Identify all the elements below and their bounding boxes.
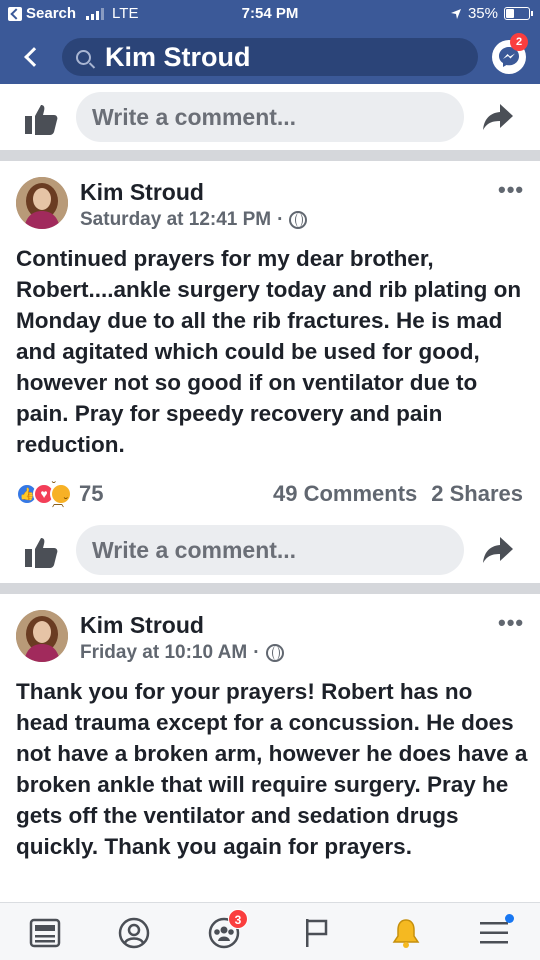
comment-bar: Write a comment... bbox=[0, 84, 540, 150]
bottom-tab-bar: 3 bbox=[0, 902, 540, 960]
post-author[interactable]: Kim Stroud bbox=[80, 179, 204, 206]
avatar[interactable] bbox=[16, 610, 68, 662]
separator-dot: · bbox=[277, 209, 284, 230]
share-button[interactable] bbox=[482, 535, 514, 565]
post-text: Thank you for your prayers! Robert has n… bbox=[16, 679, 528, 859]
search-icon bbox=[76, 49, 91, 65]
shares-count-link[interactable]: 2 Shares bbox=[431, 481, 523, 507]
separator-dot: · bbox=[253, 642, 260, 663]
comment-input[interactable]: Write a comment... bbox=[76, 92, 464, 142]
avatar[interactable] bbox=[16, 177, 68, 229]
more-options-button[interactable]: ••• bbox=[498, 610, 524, 636]
status-bar: Search LTE 7:54 PM 35% bbox=[0, 0, 540, 30]
bell-icon bbox=[392, 919, 420, 948]
location-arrow-icon bbox=[450, 8, 461, 19]
battery-icon bbox=[504, 7, 533, 20]
reaction-count: 75 bbox=[79, 481, 104, 506]
post-meta: Saturday at 12:41 PM · bbox=[80, 209, 308, 231]
messenger-badge: 2 bbox=[510, 33, 528, 51]
groups-badge: 3 bbox=[228, 909, 248, 929]
tab-profile[interactable] bbox=[114, 913, 154, 953]
tab-news-feed[interactable] bbox=[25, 913, 65, 953]
flag-icon bbox=[306, 919, 328, 947]
post: Kim Stroud Friday at 10:10 AM · ••• Than… bbox=[0, 594, 540, 902]
post-timestamp[interactable]: Saturday at 12:41 PM bbox=[80, 209, 271, 231]
post-timestamp[interactable]: Friday at 10:10 AM bbox=[80, 642, 247, 664]
divider bbox=[0, 150, 540, 161]
like-button[interactable] bbox=[24, 535, 60, 571]
post: Kim Stroud Saturday at 12:41 PM · ••• Co… bbox=[0, 161, 540, 571]
news-feed-icon bbox=[29, 918, 61, 948]
back-button[interactable] bbox=[18, 42, 44, 72]
divider bbox=[0, 583, 540, 594]
profile-icon bbox=[118, 917, 150, 949]
globe-icon bbox=[265, 644, 284, 662]
nav-bar: Kim Stroud 2 bbox=[0, 30, 540, 84]
comments-count-link[interactable]: 49 Comments bbox=[273, 481, 417, 507]
comment-bar: Write a comment... bbox=[0, 517, 540, 583]
menu-icon bbox=[480, 922, 508, 944]
engagement-counts: 49 Comments 2 Shares bbox=[273, 481, 523, 507]
sad-reaction-icon: ˘︹˘ bbox=[50, 479, 72, 509]
tab-pages[interactable] bbox=[296, 913, 336, 953]
comment-input[interactable]: Write a comment... bbox=[76, 525, 464, 575]
post-author[interactable]: Kim Stroud bbox=[80, 612, 204, 639]
post-meta: Friday at 10:10 AM · bbox=[80, 642, 284, 664]
search-query: Kim Stroud bbox=[105, 41, 251, 72]
post-text: Continued prayers for my dear brother, R… bbox=[16, 246, 522, 457]
tab-notifications[interactable] bbox=[386, 913, 426, 953]
menu-notification-dot bbox=[505, 914, 514, 923]
reactions-summary[interactable]: 👍 ♥ ˘︹˘ 75 bbox=[16, 479, 104, 509]
globe-icon bbox=[289, 211, 308, 229]
battery-percent: 35% bbox=[467, 5, 498, 22]
chevron-left-icon bbox=[24, 47, 44, 67]
search-input[interactable]: Kim Stroud bbox=[62, 38, 478, 76]
like-button[interactable] bbox=[24, 102, 60, 138]
more-options-button[interactable]: ••• bbox=[498, 177, 524, 203]
app-header: Search LTE 7:54 PM 35% Kim Stroud 2 bbox=[0, 0, 540, 84]
share-button[interactable] bbox=[482, 102, 514, 132]
